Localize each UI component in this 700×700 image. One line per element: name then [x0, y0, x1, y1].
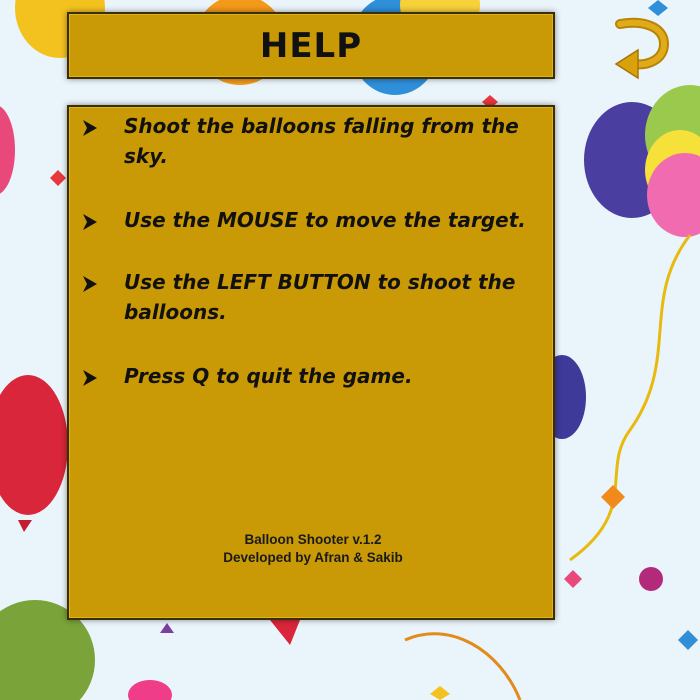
page-title: HELP [259, 26, 363, 66]
back-button[interactable] [612, 14, 674, 80]
arrow-bullet-icon [83, 214, 97, 230]
developer-credit: Developed by Afran & Sakib [223, 550, 403, 565]
help-panel: Shoot the balloons falling from the sky.… [67, 105, 555, 620]
confetti-magenta [639, 567, 663, 591]
arrow-bullet-icon [83, 120, 97, 136]
help-text: Use the MOUSE to move the target. [124, 208, 526, 232]
help-text: Shoot the balloons falling from the sky. [124, 114, 519, 168]
help-text: Use the LEFT BUTTON to shoot the balloon… [124, 270, 516, 324]
title-bar: HELP [67, 12, 555, 79]
help-text: Press Q to quit the game. [124, 364, 413, 388]
arrow-bullet-icon [83, 370, 97, 386]
version-label: Balloon Shooter v.1.2 [244, 532, 382, 547]
arrow-bullet-icon [83, 276, 97, 292]
back-arrow-icon [614, 17, 670, 80]
